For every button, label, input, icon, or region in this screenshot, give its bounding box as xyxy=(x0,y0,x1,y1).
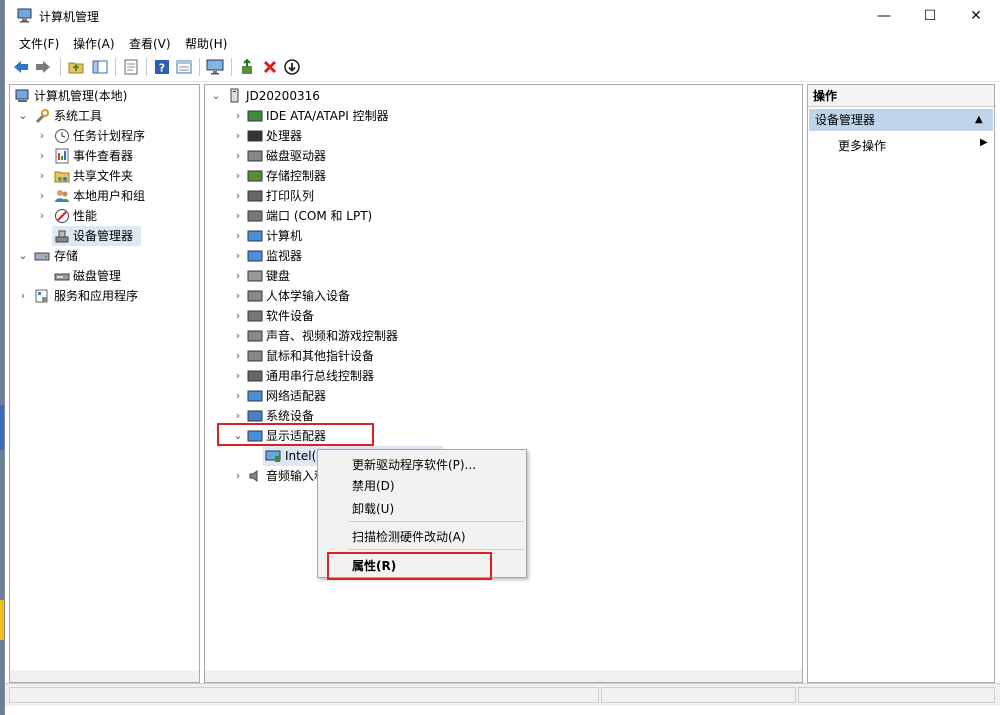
event-viewer-icon xyxy=(55,148,69,164)
menu-bar: 文件(F) 操作(A) 查看(V) 帮助(H) xyxy=(5,31,1000,53)
minimize-button[interactable]: — xyxy=(861,0,907,31)
network-icon xyxy=(247,390,263,402)
chevron-right-icon[interactable]: › xyxy=(35,186,49,206)
menu-update-driver[interactable]: 更新驱动程序软件(P)... xyxy=(352,456,476,473)
collapse-icon[interactable]: ▲ xyxy=(975,109,983,131)
menu-disable[interactable]: 禁用(D) xyxy=(352,477,395,494)
chevron-right-icon[interactable]: › xyxy=(231,266,245,286)
up-folder-icon[interactable] xyxy=(67,58,85,76)
chevron-right-icon[interactable]: › xyxy=(231,186,245,206)
computer-icon xyxy=(230,88,239,103)
clock-icon xyxy=(55,129,69,143)
menu-action[interactable]: 操作(A) xyxy=(73,35,115,52)
display-adapter-icon xyxy=(265,450,281,462)
software-icon xyxy=(247,310,263,322)
chevron-right-icon[interactable]: › xyxy=(231,326,245,346)
chevron-right-icon[interactable]: › xyxy=(231,366,245,386)
computer-management-icon xyxy=(15,89,29,102)
chevron-right-icon[interactable]: › xyxy=(35,206,49,226)
menu-view[interactable]: 查看(V) xyxy=(129,35,171,52)
help-icon[interactable]: ? xyxy=(153,58,171,76)
device-tree-pane: ⌄ JD20200316 › IDE ATA/ATAPI 控制器 › 处理器 › 磁盘驱动… xyxy=(204,84,803,683)
cpu-icon xyxy=(247,130,263,142)
chevron-right-icon[interactable]: › xyxy=(231,126,245,146)
chevron-right-icon[interactable]: › xyxy=(16,286,30,306)
svg-text:?: ? xyxy=(159,62,165,75)
toolbar: ? xyxy=(5,53,1000,82)
show-hide-tree-icon[interactable] xyxy=(91,58,109,76)
actions-group-device-manager[interactable]: 设备管理器 ▲ xyxy=(809,109,993,131)
highlight-display-adapters xyxy=(217,423,374,446)
status-bar xyxy=(5,683,1000,706)
chevron-right-icon[interactable]: › xyxy=(231,106,245,126)
port-icon xyxy=(247,210,263,222)
chevron-right-icon[interactable]: › xyxy=(35,126,49,146)
menu-uninstall[interactable]: 卸载(U) xyxy=(352,500,394,517)
actions-header: 操作 xyxy=(808,85,994,107)
chevron-right-icon[interactable]: › xyxy=(231,206,245,226)
mouse-icon xyxy=(247,350,263,362)
disk-icon xyxy=(247,150,263,162)
storage-ctrl-icon xyxy=(247,170,263,182)
maximize-button[interactable]: ☐ xyxy=(907,0,953,31)
submenu-arrow-icon[interactable]: ▶ xyxy=(980,137,988,148)
chevron-right-icon[interactable]: › xyxy=(231,246,245,266)
chevron-right-icon[interactable]: › xyxy=(231,346,245,366)
printer-icon xyxy=(247,190,263,202)
chevron-down-icon[interactable]: ⌄ xyxy=(16,246,30,266)
monitor-icon xyxy=(247,250,263,262)
chevron-right-icon[interactable]: › xyxy=(231,286,245,306)
speaker-icon xyxy=(249,470,258,482)
export-list-icon[interactable] xyxy=(122,58,140,76)
performance-icon xyxy=(55,209,69,223)
computer-management-window: 计算机管理 — ☐ ✕ 文件(F) 操作(A) 查看(V) 帮助(H) ? 计算… xyxy=(4,0,1000,715)
storage-icon xyxy=(34,252,50,261)
menu-file[interactable]: 文件(F) xyxy=(19,35,59,52)
back-icon[interactable] xyxy=(12,58,30,76)
center-scrollbar[interactable] xyxy=(205,670,802,682)
chevron-right-icon[interactable]: › xyxy=(231,466,245,486)
close-button[interactable]: ✕ xyxy=(953,0,999,31)
chevron-right-icon[interactable]: › xyxy=(35,166,49,186)
uninstall-icon[interactable] xyxy=(261,58,279,76)
properties-view-icon[interactable] xyxy=(175,58,193,76)
keyboard-icon xyxy=(247,270,263,282)
chevron-down-icon[interactable]: ⌄ xyxy=(209,86,223,106)
forward-icon[interactable] xyxy=(34,58,52,76)
highlight-properties xyxy=(327,552,492,580)
shared-folder-icon xyxy=(54,171,70,183)
users-icon xyxy=(55,190,69,202)
sound-icon xyxy=(247,330,263,342)
title-bar: 计算机管理 — ☐ ✕ xyxy=(5,0,1000,31)
services-icon xyxy=(35,289,48,303)
chevron-right-icon[interactable]: › xyxy=(231,386,245,406)
chevron-right-icon[interactable]: › xyxy=(231,226,245,246)
menu-scan-hardware[interactable]: 扫描检测硬件改动(A) xyxy=(352,528,466,545)
chevron-right-icon[interactable]: › xyxy=(231,146,245,166)
tools-icon xyxy=(35,109,49,124)
chevron-down-icon[interactable]: ⌄ xyxy=(16,106,30,126)
computer-management-icon xyxy=(17,8,32,23)
system-icon xyxy=(247,410,263,422)
scan-hardware-icon[interactable] xyxy=(283,58,301,76)
computer-icon xyxy=(247,230,263,242)
usb-icon xyxy=(247,370,263,382)
menu-help[interactable]: 帮助(H) xyxy=(185,35,227,52)
left-scrollbar[interactable] xyxy=(10,670,199,682)
monitor-icon[interactable] xyxy=(206,58,224,76)
more-actions[interactable]: 更多操作 xyxy=(838,137,886,154)
chevron-right-icon[interactable]: › xyxy=(231,166,245,186)
device-manager-icon xyxy=(55,230,69,243)
chevron-right-icon[interactable]: › xyxy=(231,306,245,326)
ide-icon xyxy=(247,110,263,122)
navigation-tree-pane: 计算机管理(本地) ⌄ 系统工具 › 任务计划程序 › 事件查看器 › 共享文件… xyxy=(9,84,200,683)
update-driver-icon[interactable] xyxy=(238,58,256,76)
actions-pane: 操作 设备管理器 ▲ 更多操作 ▶ xyxy=(807,84,995,683)
chevron-right-icon[interactable]: › xyxy=(35,146,49,166)
window-title: 计算机管理 xyxy=(39,10,100,24)
hid-icon xyxy=(247,290,263,302)
disk-icon xyxy=(54,273,70,281)
